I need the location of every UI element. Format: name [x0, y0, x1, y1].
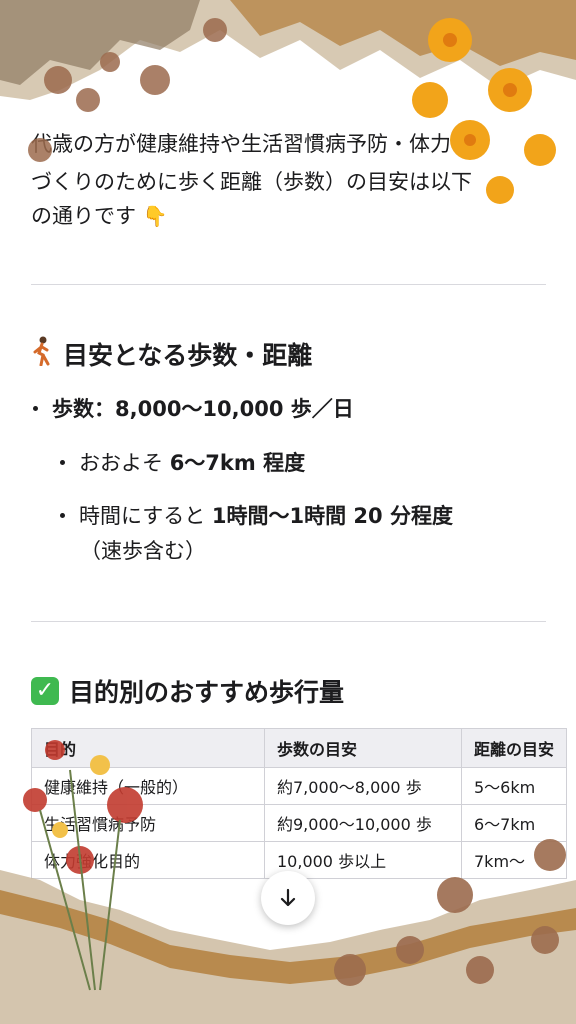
- divider: [31, 621, 546, 622]
- time-note: （速歩含む）: [80, 539, 206, 563]
- table-cell: 約9,000〜10,000 歩: [264, 804, 462, 842]
- list-item-time: 時間にすると 1時間〜1時間 20 分程度: [60, 500, 453, 532]
- intro-line-3-text: の通りです: [31, 204, 136, 228]
- table-row: 健康維持（一般的） 約7,000〜8,000 歩 5〜6km: [31, 767, 568, 805]
- table-cell: 5〜6km: [460, 767, 568, 805]
- time-value: 1時間〜1時間 20 分程度: [211, 504, 453, 528]
- steps-value: 8,000〜10,000 歩／日: [115, 397, 354, 421]
- pointing-down-icon: 👇: [142, 204, 168, 228]
- table-cell: 7km〜: [460, 841, 568, 879]
- table-cell: 体力強化目的: [31, 841, 265, 879]
- column-header: 歩数の目安: [264, 728, 462, 768]
- table-row: 生活習慣病予防 約9,000〜10,000 歩 6〜7km: [31, 804, 568, 842]
- scroll-down-button[interactable]: [261, 871, 315, 925]
- section-title: 目的別のおすすめ歩行量: [69, 678, 345, 707]
- list-item-distance: おおよそ 6〜7km 程度: [60, 447, 305, 479]
- distance-label: おおよそ: [79, 451, 170, 475]
- bullet-dot: [60, 459, 65, 465]
- intro-line-1: 代歳の方が健康維持や生活習慣病予防・体力: [31, 132, 451, 156]
- steps-label: 歩数：: [52, 397, 115, 421]
- table-cell: 約7,000〜8,000 歩: [264, 767, 462, 805]
- section-heading-purpose: ✓ 目的別のおすすめ歩行量: [31, 673, 344, 709]
- section-heading-steps: 目安となる歩数・距離: [31, 336, 312, 372]
- distance-value: 6〜7km 程度: [169, 451, 306, 475]
- purpose-table: 目的 歩数の目安 距離の目安 健康維持（一般的） 約7,000〜8,000 歩 …: [31, 728, 568, 879]
- time-label: 時間にすると: [79, 504, 212, 528]
- check-mark-icon: ✓: [31, 677, 59, 705]
- table-cell: 6〜7km: [460, 804, 568, 842]
- table-cell: 健康維持（一般的）: [31, 767, 265, 805]
- divider: [31, 284, 546, 285]
- table-header-row: 目的 歩数の目安 距離の目安: [31, 728, 568, 768]
- column-header: 目的: [31, 728, 265, 768]
- table-cell: 生活習慣病予防: [31, 804, 265, 842]
- list-item-steps: 歩数：8,000〜10,000 歩／日: [33, 393, 354, 425]
- article-page: 代歳の方が健康維持や生活習慣病予防・体力 づくりのために歩く距離（歩数）の目安は…: [0, 0, 576, 1024]
- column-header: 距離の目安: [460, 728, 568, 768]
- intro-line-3: の通りです 👇: [31, 196, 168, 236]
- walking-person-icon: [31, 336, 53, 372]
- arrow-down-icon: [280, 888, 296, 907]
- section-title: 目安となる歩数・距離: [63, 341, 313, 370]
- bullet-dot: [60, 512, 65, 518]
- bullet-dot: [33, 405, 38, 411]
